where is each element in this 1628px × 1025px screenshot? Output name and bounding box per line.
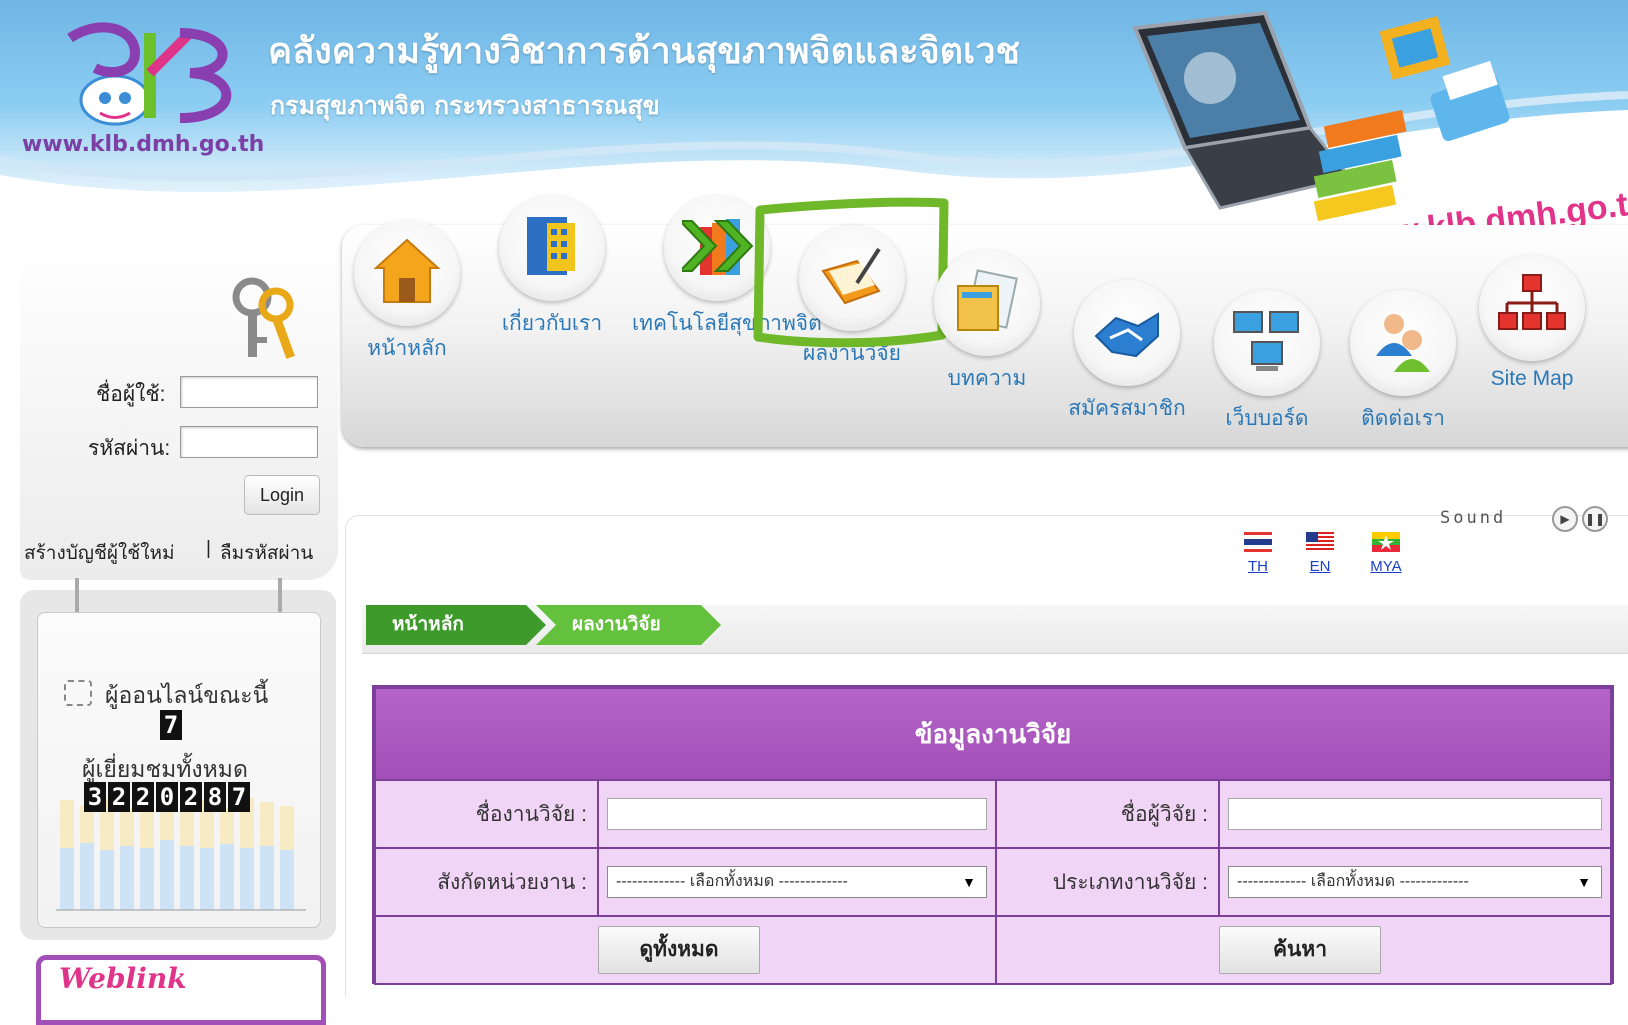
lang-code: TH bbox=[1248, 558, 1268, 575]
nav-label: หน้าหลัก bbox=[367, 337, 447, 360]
nav-item-sitemap[interactable]: Site Map bbox=[1472, 255, 1592, 391]
lang-en[interactable]: EN bbox=[1300, 532, 1340, 575]
researcher-input[interactable] bbox=[1228, 798, 1602, 830]
affiliation-select[interactable]: ------------- เลือกทั้งหมด -------------… bbox=[607, 866, 987, 898]
myanmar-flag-icon bbox=[1372, 532, 1400, 552]
research-name-label: ชื่องานวิจัย : bbox=[374, 779, 599, 849]
lang-th[interactable]: TH bbox=[1238, 532, 1278, 575]
research-type-select[interactable]: ------------- เลือกทั้งหมด -------------… bbox=[1228, 866, 1602, 898]
counter-digit: 2 bbox=[108, 782, 130, 812]
logo-url-text[interactable]: www.klb.dmh.go.th bbox=[22, 132, 264, 157]
password-input[interactable] bbox=[180, 426, 318, 458]
breadcrumb: หน้าหลัก ผลงานวิจัย bbox=[362, 605, 1628, 654]
username-input[interactable] bbox=[180, 376, 318, 408]
lang-mya[interactable]: MYA bbox=[1364, 532, 1408, 575]
site-subtitle: กรมสุขภาพจิต กระทรวงสาธารณสุข bbox=[270, 91, 660, 120]
research-name-input[interactable] bbox=[607, 798, 987, 830]
login-button[interactable]: Login bbox=[244, 475, 320, 515]
nav-label: เกี่ยวกับเรา bbox=[501, 312, 603, 335]
research-type-select-value: ------------- เลือกทั้งหมด ------------- bbox=[1237, 873, 1469, 890]
nav-label: บทความ bbox=[947, 367, 1027, 390]
nav-item-about[interactable]: เกี่ยวกับเรา bbox=[487, 195, 617, 340]
username-label: ชื่อผู้ใช้: bbox=[96, 383, 166, 406]
folder-printer-illustration bbox=[1375, 8, 1515, 158]
forgot-password-link[interactable]: ลืมรหัสผ่าน bbox=[220, 538, 313, 568]
research-type-label: ประเภทงานวิจัย : bbox=[995, 847, 1220, 917]
nav-label: สมัครสมาชิก bbox=[1068, 397, 1186, 420]
book-icon bbox=[499, 195, 605, 301]
dropdown-arrow-icon: ▼ bbox=[1577, 874, 1591, 890]
affiliation-select-value: ------------- เลือกทั้งหมด ------------- bbox=[616, 873, 848, 890]
sitemap-icon bbox=[1479, 255, 1585, 361]
counter-digit: 8 bbox=[204, 782, 226, 812]
link-separator: | bbox=[206, 538, 211, 559]
lang-code: EN bbox=[1309, 558, 1331, 575]
us-flag-icon bbox=[1306, 532, 1334, 552]
password-label: รหัสผ่าน: bbox=[88, 437, 171, 460]
article-icon bbox=[934, 250, 1040, 356]
research-search-form: ข้อมูลงานวิจัย ชื่องานวิจัย : ชื่อผู้วิจ… bbox=[372, 685, 1614, 985]
counter-digit: 3 bbox=[84, 782, 106, 812]
handshake-icon bbox=[1074, 280, 1180, 386]
sound-pause-button[interactable]: ❚❚ bbox=[1582, 506, 1608, 532]
sound-label: Sound bbox=[1440, 508, 1507, 528]
site-title: คลังความรู้ทางวิชาการด้านสุขภาพจิตและจิต… bbox=[268, 31, 1020, 72]
breadcrumb-current: ผลงานวิจัย bbox=[572, 614, 661, 635]
search-button[interactable]: ค้นหา bbox=[1219, 926, 1381, 974]
dropdown-arrow-icon: ▼ bbox=[962, 874, 976, 890]
form-title: ข้อมูลงานวิจัย bbox=[374, 687, 1612, 781]
counter-digit: 2 bbox=[132, 782, 154, 812]
nav-item-articles[interactable]: บทความ bbox=[922, 250, 1052, 395]
nav-item-webboard[interactable]: เว็บบอร์ด bbox=[1202, 290, 1332, 435]
online-count: 7 bbox=[160, 710, 184, 740]
nav-item-register[interactable]: สมัครสมาชิก bbox=[1062, 280, 1192, 425]
keys-icon bbox=[230, 275, 310, 365]
main-navigation: หน้าหลัก เกี่ยวกับเรา เทคโนโลยีสุขภาพจิต… bbox=[342, 195, 1628, 447]
counter-digit: 7 bbox=[228, 782, 250, 812]
nav-label: Site Map bbox=[1490, 367, 1574, 390]
nav-label: ติดต่อเรา bbox=[1361, 407, 1445, 430]
register-link[interactable]: สร้างบัญชีผู้ใช้ใหม่ bbox=[24, 538, 175, 568]
thai-flag-icon bbox=[1244, 532, 1272, 552]
nav-label: เว็บบอร์ด bbox=[1225, 407, 1309, 430]
view-all-button[interactable]: ดูทั้งหมด bbox=[598, 926, 760, 974]
online-count-digit: 7 bbox=[160, 710, 182, 740]
computers-icon bbox=[1214, 290, 1320, 396]
counter-digit: 2 bbox=[180, 782, 202, 812]
lang-code: MYA bbox=[1370, 558, 1402, 575]
weblink-banner[interactable]: Weblink bbox=[36, 955, 326, 1025]
online-label: ผู้ออนไลน์ขณะนี้ bbox=[105, 682, 269, 708]
weblink-label: Weblink bbox=[59, 962, 187, 995]
user-online-icon bbox=[64, 680, 92, 706]
counter-digit: 0 bbox=[156, 782, 178, 812]
nav-item-contact[interactable]: ติดต่อเรา bbox=[1338, 290, 1468, 435]
site-logo[interactable] bbox=[40, 18, 240, 128]
researcher-label: ชื่อผู้วิจัย : bbox=[995, 779, 1220, 849]
home-icon bbox=[354, 220, 460, 326]
affiliation-label: สังกัดหน่วยงาน : bbox=[374, 847, 599, 917]
visitor-counter: 3220287 bbox=[84, 782, 252, 812]
sound-play-button[interactable]: ▶ bbox=[1552, 506, 1578, 532]
nav-item-home[interactable]: หน้าหลัก bbox=[342, 220, 472, 365]
breadcrumb-home[interactable]: หน้าหลัก bbox=[392, 605, 464, 645]
people-icon bbox=[1350, 290, 1456, 396]
